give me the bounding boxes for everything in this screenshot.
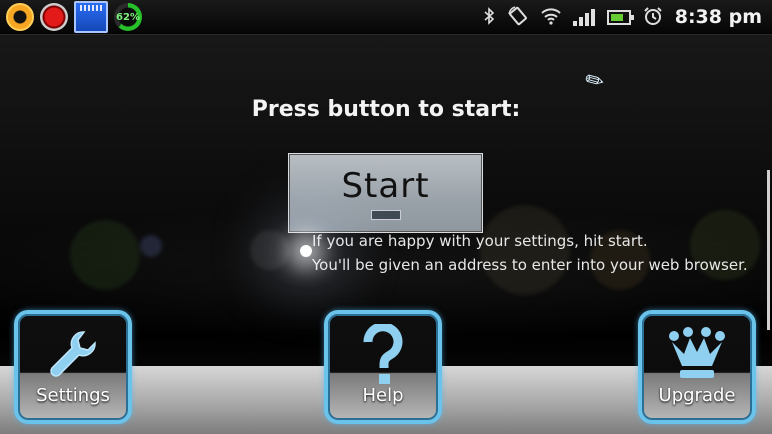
notification-icons: 62% bbox=[6, 1, 142, 33]
wifi-icon bbox=[541, 7, 561, 28]
orange-app-icon[interactable] bbox=[6, 3, 34, 31]
clock-time: 8:38 pm bbox=[674, 6, 762, 28]
start-button[interactable]: Start bbox=[288, 153, 483, 233]
settings-button[interactable]: Settings bbox=[14, 310, 132, 424]
signal-icon bbox=[572, 8, 595, 26]
instructions-line-2: You'll be given an address to enter into… bbox=[312, 256, 748, 274]
rotate-icon bbox=[507, 5, 529, 29]
sd-card-icon[interactable] bbox=[74, 1, 108, 33]
start-button-label: Start bbox=[341, 166, 430, 206]
bokeh-light bbox=[140, 235, 162, 257]
scroll-indicator bbox=[767, 170, 770, 330]
page-title: Press button to start: bbox=[251, 97, 521, 122]
upgrade-button[interactable]: Upgrade bbox=[638, 310, 756, 424]
upgrade-label: Upgrade bbox=[658, 385, 736, 406]
pointer-cursor-icon: ✎ bbox=[580, 66, 610, 97]
battery-icon bbox=[606, 9, 634, 25]
lens-flare bbox=[300, 245, 312, 257]
start-indicator-bar bbox=[370, 210, 401, 220]
bokeh-light bbox=[250, 230, 290, 270]
wrench-icon bbox=[18, 324, 128, 386]
status-bar: 62% 8:38 pm bbox=[0, 0, 772, 35]
help-button[interactable]: Help bbox=[324, 310, 442, 424]
bluetooth-icon bbox=[483, 6, 495, 28]
instructions-line-1: If you are happy with your settings, hit… bbox=[312, 232, 648, 250]
crown-icon bbox=[642, 324, 752, 386]
system-icons: 8:38 pm bbox=[483, 3, 762, 31]
battery-circle-icon[interactable]: 62% bbox=[114, 3, 142, 31]
battery-percent-label: 62% bbox=[116, 11, 140, 23]
question-mark-icon bbox=[328, 324, 438, 386]
settings-label: Settings bbox=[36, 385, 110, 406]
alarm-clock-icon bbox=[643, 6, 663, 29]
instructions-text: If you are happy with your settings, hit… bbox=[312, 229, 748, 277]
bokeh-light bbox=[70, 220, 140, 290]
record-icon[interactable] bbox=[40, 3, 68, 31]
help-label: Help bbox=[362, 385, 404, 406]
